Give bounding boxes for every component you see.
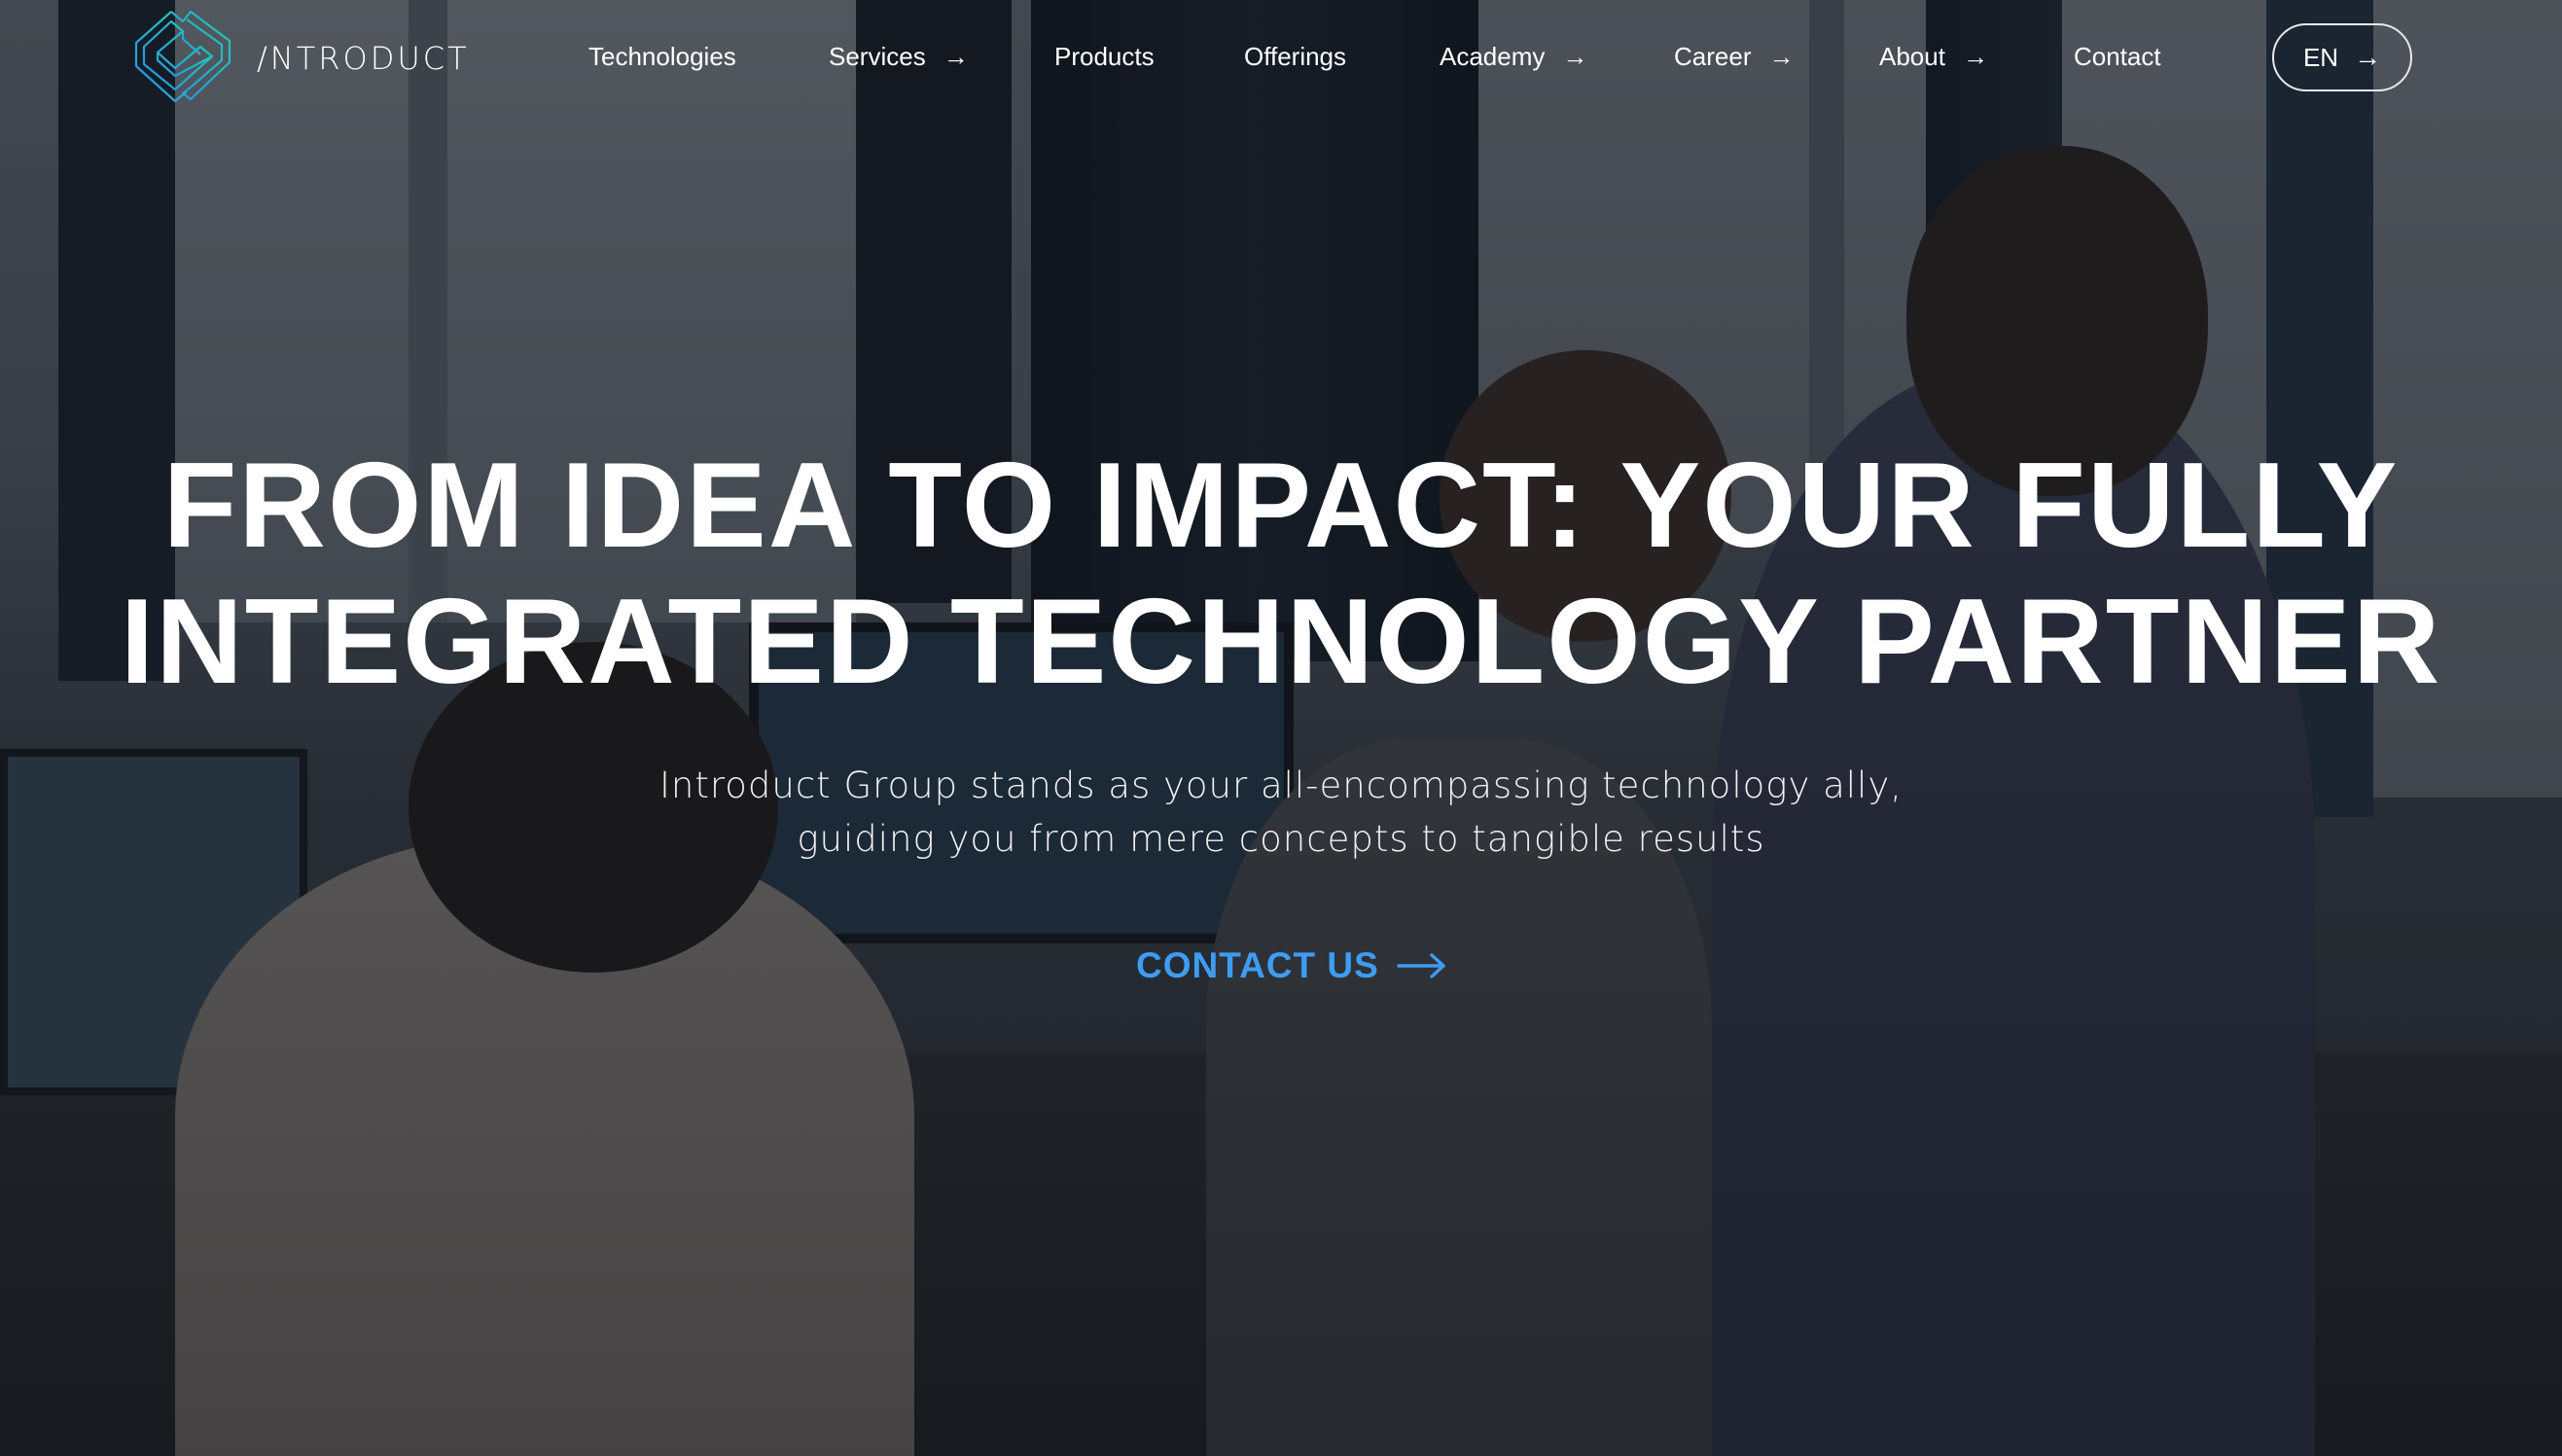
nav-label: Academy — [1440, 42, 1546, 71]
nav-label: Offerings — [1244, 42, 1347, 71]
nav-item-technologies[interactable]: Technologies — [588, 42, 736, 72]
arrow-right-icon: → — [2354, 42, 2382, 72]
arrow-right-icon: → — [943, 42, 969, 71]
contact-us-label: CONTACT US — [1136, 945, 1379, 985]
hero-subtitle-line-2: guiding you from mere concepts to tangib… — [797, 818, 1765, 860]
nav-item-career[interactable]: Career → — [1674, 42, 1794, 72]
nav-label: Career — [1674, 42, 1752, 71]
language-label: EN — [2302, 42, 2339, 72]
nav-label: Contact — [2074, 42, 2161, 71]
nav-label: Services — [829, 42, 926, 71]
nav-label: Technologies — [588, 42, 736, 71]
dark-overlay — [0, 0, 2562, 1456]
arrow-right-icon — [1397, 953, 1445, 978]
logo-link[interactable]: /NTRODUCT — [132, 10, 470, 107]
nav-item-offerings[interactable]: Offerings — [1244, 42, 1346, 72]
nav-item-products[interactable]: Products — [1054, 42, 1155, 72]
arrow-right-icon: → — [1768, 42, 1795, 71]
language-selector-button[interactable]: EN → — [2272, 23, 2412, 91]
nav-label: Products — [1054, 42, 1155, 71]
arrow-right-icon: → — [1562, 42, 1588, 71]
hero-title-line-1: FROM IDEA TO IMPACT: YOUR FULLY — [162, 439, 2400, 573]
site-header: /NTRODUCT Technologies Services → Produc… — [0, 0, 2562, 117]
hero-background-image — [0, 0, 2562, 1456]
hero-subtitle-line-1: Introduct Group stands as your all-encom… — [658, 764, 1903, 806]
contact-us-button[interactable]: CONTACT US — [1136, 945, 1447, 986]
introduct-logo-icon — [134, 10, 231, 103]
hero-subtitle: Introduct Group stands as your all-encom… — [0, 759, 2562, 866]
nav-item-contact[interactable]: Contact — [2074, 42, 2161, 72]
hero-title-line-2: INTEGRATED TECHNOLOGY PARTNER — [120, 575, 2442, 709]
nav-label: About — [1879, 42, 1945, 71]
hero-title: FROM IDEA TO IMPACT: YOUR FULLY INTEGRAT… — [0, 438, 2562, 710]
nav-item-academy[interactable]: Academy → — [1440, 42, 1587, 72]
nav-item-services[interactable]: Services → — [829, 42, 969, 72]
nav-item-about[interactable]: About → — [1879, 42, 1988, 72]
arrow-right-icon: → — [1962, 42, 1988, 71]
brand-name: /NTRODUCT — [257, 40, 470, 77]
